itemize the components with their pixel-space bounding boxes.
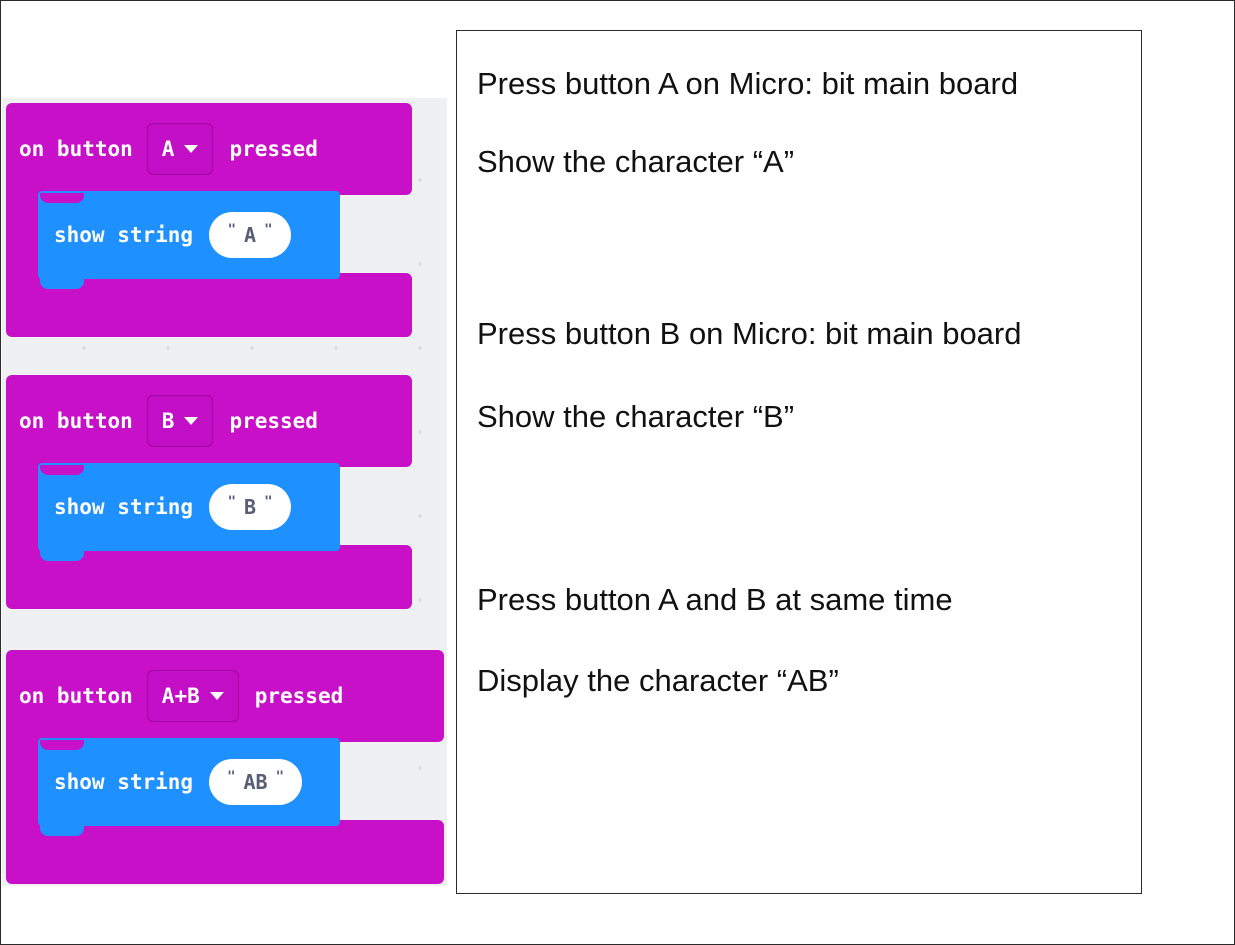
event-suffix: pressed (229, 137, 318, 161)
description-line: Press button B on Micro: bit main board (477, 316, 1022, 351)
statement-label: show string (54, 495, 194, 519)
description-panel: Press button A on Micro: bit main board … (456, 30, 1142, 894)
show-string-block[interactable]: show string " B " (38, 463, 340, 551)
block-notch (40, 193, 84, 203)
open-quote-icon: " (227, 769, 236, 785)
block-notch (40, 740, 84, 750)
description-line: Press button A on Micro: bit main board (477, 66, 1019, 101)
block-notch (40, 465, 84, 475)
string-value: AB (243, 770, 268, 794)
button-dropdown[interactable]: B (146, 395, 214, 447)
event-header[interactable]: on button A pressed (6, 103, 412, 195)
caret-down-icon (209, 692, 224, 700)
block-notch (40, 549, 84, 561)
button-dropdown-value: A (161, 137, 175, 161)
event-header[interactable]: on button A+B pressed (6, 650, 444, 742)
blocks-workspace[interactable]: on button A pressed show string " A " on… (2, 98, 447, 886)
show-string-block[interactable]: show string " AB " (38, 738, 340, 826)
string-input[interactable]: " B " (209, 484, 292, 530)
button-dropdown-value: A+B (161, 684, 200, 708)
string-input[interactable]: " AB " (209, 759, 303, 805)
description-line: Show the character “B” (477, 399, 795, 434)
block-spine (6, 740, 38, 820)
event-header[interactable]: on button B pressed (6, 375, 412, 467)
block-spine (6, 193, 38, 273)
caret-down-icon (184, 145, 199, 153)
open-quote-icon: " (227, 494, 237, 510)
event-suffix: pressed (254, 684, 344, 708)
statement-label: show string (54, 770, 194, 794)
description-line: Display the character “AB” (477, 663, 839, 698)
block-notch (40, 277, 84, 289)
caret-down-icon (184, 417, 199, 425)
description-line: Show the character “A” (477, 144, 795, 179)
event-prefix: on button (19, 409, 133, 433)
show-string-block[interactable]: show string " A " (38, 191, 340, 279)
block-notch (40, 824, 84, 836)
button-dropdown[interactable]: A+B (146, 670, 239, 722)
block-spine (6, 465, 38, 545)
string-value: A (244, 223, 257, 247)
close-quote-icon: " (264, 222, 273, 238)
event-prefix: on button (19, 684, 133, 708)
open-quote-icon: " (227, 222, 237, 238)
button-dropdown[interactable]: A (146, 123, 214, 175)
event-prefix: on button (19, 137, 133, 161)
string-value: B (244, 495, 257, 519)
close-quote-icon: " (264, 494, 273, 510)
button-dropdown-value: B (161, 409, 175, 433)
string-input[interactable]: " A " (209, 212, 292, 258)
close-quote-icon: " (275, 769, 285, 785)
event-suffix: pressed (229, 409, 318, 433)
description-line: Press button A and B at same time (477, 582, 953, 617)
statement-label: show string (54, 223, 194, 247)
